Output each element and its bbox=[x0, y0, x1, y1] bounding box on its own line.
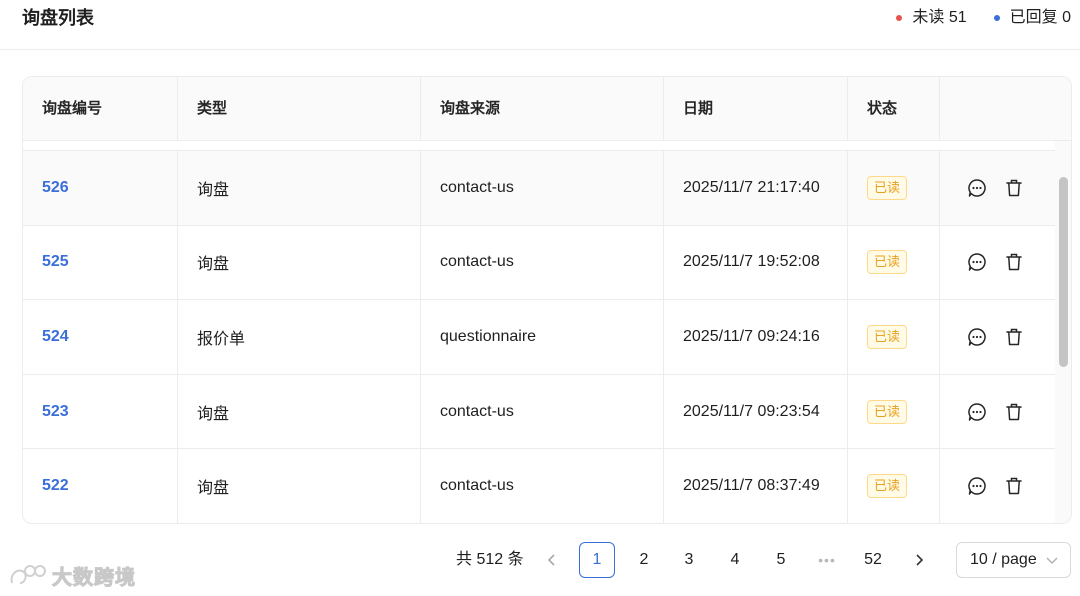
row-actions bbox=[940, 449, 1055, 523]
inquiry-type: 询盘 bbox=[178, 151, 421, 225]
trash-icon bbox=[1006, 328, 1022, 346]
page-title: 询盘列表 bbox=[22, 8, 94, 28]
next-page-button[interactable] bbox=[901, 542, 937, 578]
delete-button[interactable] bbox=[1003, 251, 1025, 273]
trash-icon bbox=[1006, 254, 1022, 271]
trash-icon bbox=[1006, 179, 1022, 197]
page-button-52[interactable]: 52 bbox=[855, 542, 891, 578]
watermark: 大数跨境 bbox=[8, 561, 136, 590]
inquiry-type: 询盘 bbox=[178, 449, 421, 523]
message-icon bbox=[968, 328, 986, 346]
watermark-text: 大数跨境 bbox=[52, 567, 136, 590]
table-row[interactable]: 523 询盘 contact-us 2025/11/7 09:23:54 已读 bbox=[23, 374, 1055, 450]
table-row[interactable]: 525 询盘 contact-us 2025/11/7 19:52:08 已读 bbox=[23, 225, 1055, 301]
message-icon bbox=[968, 179, 986, 197]
table-row[interactable]: 524 报价单 questionnaire 2025/11/7 09:24:16 已读 bbox=[23, 300, 1055, 375]
status-badge: 已读 bbox=[867, 175, 908, 200]
delete-button[interactable] bbox=[1003, 475, 1025, 497]
status-badge: 已读 bbox=[867, 399, 908, 424]
status-cell: 已读 bbox=[848, 300, 940, 374]
column-header-status: 状态 bbox=[848, 77, 940, 141]
delete-button[interactable] bbox=[1003, 177, 1025, 199]
page-size-select[interactable]: 10 / page bbox=[956, 542, 1071, 578]
reply-message-button[interactable] bbox=[966, 401, 988, 423]
column-header-source: 询盘来源 bbox=[421, 77, 664, 141]
status-cell: 已读 bbox=[848, 151, 940, 225]
status-cell: 已读 bbox=[848, 225, 940, 300]
reply-message-button[interactable] bbox=[966, 475, 988, 497]
chevron-left-icon bbox=[547, 554, 555, 566]
table-row[interactable]: 522 询盘 contact-us 2025/11/7 08:37:49 已读 bbox=[23, 449, 1055, 523]
chevron-right-icon bbox=[916, 554, 924, 566]
row-actions bbox=[940, 151, 1055, 225]
row-actions bbox=[940, 300, 1055, 374]
message-icon bbox=[968, 402, 986, 421]
delete-button[interactable] bbox=[1003, 401, 1025, 423]
scrollbar-thumb[interactable] bbox=[1059, 177, 1068, 367]
inquiry-date: 2025/11/7 09:23:54 bbox=[664, 374, 848, 449]
total-count: 共 512 条 bbox=[456, 551, 524, 568]
delete-button[interactable] bbox=[1003, 326, 1025, 348]
inquiry-type: 询盘 bbox=[178, 225, 421, 300]
message-icon bbox=[968, 253, 986, 272]
status-cell: 已读 bbox=[848, 449, 940, 523]
inquiry-id-link[interactable]: 522 bbox=[23, 449, 178, 523]
unread-dot-icon bbox=[896, 15, 903, 21]
reply-message-button[interactable] bbox=[966, 251, 988, 273]
inquiry-source: contact-us bbox=[421, 151, 664, 225]
inquiry-type: 询盘 bbox=[178, 374, 421, 449]
page-button-4[interactable]: 4 bbox=[717, 542, 753, 578]
table-header: 询盘编号 类型 询盘来源 日期 状态 bbox=[23, 77, 1071, 141]
page-ellipsis[interactable]: ••• bbox=[809, 542, 845, 578]
page-button-1[interactable]: 1 bbox=[579, 542, 615, 578]
replied-stat: 已回复 0 bbox=[993, 6, 1071, 30]
inquiry-id-link[interactable]: 524 bbox=[23, 300, 178, 374]
inquiry-date: 2025/11/7 21:17:40 bbox=[664, 151, 848, 225]
inquiry-table: 询盘编号 类型 询盘来源 日期 状态 526 询盘 contact-us 2025/1… bbox=[22, 76, 1072, 524]
inquiry-date: 2025/11/7 19:52:08 bbox=[664, 225, 848, 300]
column-header-id: 询盘编号 bbox=[23, 77, 178, 141]
trash-icon bbox=[1006, 477, 1022, 495]
message-icon bbox=[968, 477, 986, 495]
inquiry-type: 报价单 bbox=[178, 300, 421, 374]
page-button-2[interactable]: 2 bbox=[626, 542, 662, 578]
inquiry-id-link[interactable]: 526 bbox=[23, 151, 178, 225]
page-size-value: 10 / page bbox=[970, 551, 1037, 568]
column-header-actions bbox=[940, 77, 1071, 141]
reply-message-button[interactable] bbox=[966, 177, 988, 199]
inquiry-date: 2025/11/7 08:37:49 bbox=[664, 449, 848, 523]
trash-icon bbox=[1006, 403, 1022, 420]
prev-page-button[interactable] bbox=[534, 542, 570, 578]
inquiry-id-link[interactable]: 523 bbox=[23, 374, 178, 449]
scrolled-row-edge bbox=[23, 141, 1055, 151]
inquiry-date: 2025/11/7 09:24:16 bbox=[664, 300, 848, 374]
unread-count: 未读 51 bbox=[912, 9, 967, 26]
inquiry-source: contact-us bbox=[421, 449, 664, 523]
status-badge: 已读 bbox=[867, 324, 908, 349]
table-body: 526 询盘 contact-us 2025/11/7 21:17:40 已读 525 询盘… bbox=[23, 151, 1055, 523]
reply-message-button[interactable] bbox=[966, 326, 988, 348]
status-cell: 已读 bbox=[848, 374, 940, 449]
table-row[interactable]: 526 询盘 contact-us 2025/11/7 21:17:40 已读 bbox=[23, 151, 1055, 226]
inquiry-stats: 未读 51 已回复 0 bbox=[869, 6, 1071, 30]
status-badge: 已读 bbox=[867, 474, 908, 499]
watermark-logo-icon bbox=[10, 564, 46, 584]
inquiry-source: contact-us bbox=[421, 374, 664, 449]
chevron-down-icon bbox=[1046, 557, 1058, 564]
column-header-date: 日期 bbox=[664, 77, 848, 141]
inquiry-id-link[interactable]: 525 bbox=[23, 225, 178, 300]
replied-count: 已回复 0 bbox=[1009, 9, 1071, 26]
column-header-type: 类型 bbox=[178, 77, 421, 141]
page-button-5[interactable]: 5 bbox=[763, 542, 799, 578]
inquiry-source: questionnaire bbox=[421, 300, 664, 374]
unread-stat: 未读 51 bbox=[896, 6, 967, 30]
page-button-3[interactable]: 3 bbox=[671, 542, 707, 578]
replied-dot-icon bbox=[993, 15, 1000, 21]
row-actions bbox=[940, 226, 1055, 300]
status-badge: 已读 bbox=[867, 250, 908, 275]
inquiry-source: contact-us bbox=[421, 225, 664, 300]
page-header: 询盘列表 未读 51 已回复 0 bbox=[0, 0, 1080, 50]
row-actions bbox=[940, 375, 1055, 449]
